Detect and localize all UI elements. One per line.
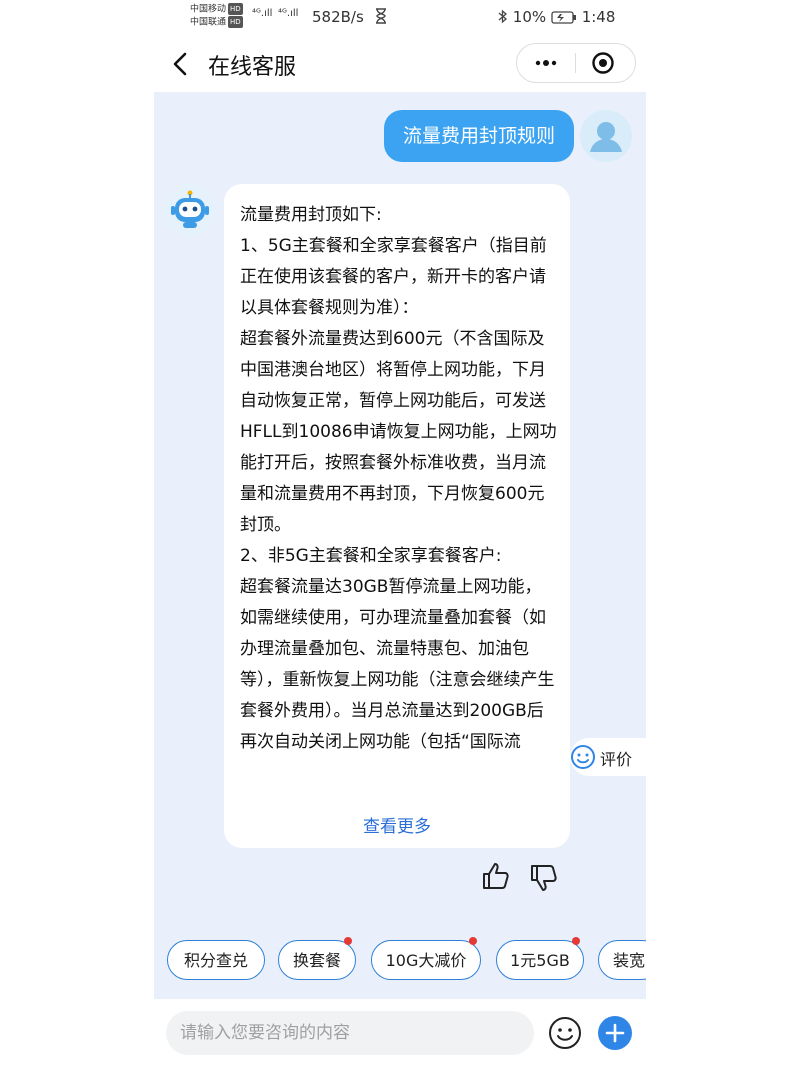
chip-1yuan-5gb[interactable]: 1元5GB xyxy=(496,940,584,980)
rate-label: 评价 xyxy=(600,750,633,769)
chip-label: 装宽 xyxy=(613,951,646,970)
new-badge-dot xyxy=(469,937,477,945)
more-dots-icon xyxy=(535,60,557,66)
hd-badge: HD xyxy=(228,15,243,28)
network-speed: 582B/s xyxy=(312,8,364,26)
more-options-button[interactable] xyxy=(531,52,561,74)
chip-label: 1元5GB xyxy=(510,951,570,970)
bluetooth-icon xyxy=(498,8,513,26)
clock: 1:48 xyxy=(581,8,616,26)
back-button[interactable] xyxy=(170,48,192,80)
bot-message-bubble: 流量费用封顶如下: 1、5G主套餐和全家享套餐客户（指目前正在使用该套餐的客户，… xyxy=(224,184,570,848)
chip-points-redeem[interactable]: 积分查兑 xyxy=(167,940,265,980)
target-icon xyxy=(592,52,614,74)
hourglass-icon xyxy=(374,8,388,24)
plus-icon xyxy=(605,1023,625,1043)
carrier-info: 中国移动 HD 中国联通 HD xyxy=(190,3,243,28)
thumbs-down-icon xyxy=(531,865,557,891)
emoji-button[interactable] xyxy=(548,1016,582,1050)
screen-margin xyxy=(646,930,800,990)
thumbs-up-icon xyxy=(483,863,509,889)
chevron-left-icon xyxy=(173,52,187,76)
battery-percent: 10% xyxy=(512,8,547,26)
thumbs-down-button[interactable] xyxy=(528,862,560,894)
chip-10g-sale[interactable]: 10G大减价 xyxy=(371,940,481,980)
chip-label: 积分查兑 xyxy=(183,951,248,970)
bot-message-text: 流量费用封顶如下: 1、5G主套餐和全家享套餐客户（指目前正在使用该套餐的客户，… xyxy=(240,205,557,752)
signal-icon: ⁴ᴳ.ıll xyxy=(278,8,299,19)
carrier-2: 中国联通 xyxy=(190,17,227,27)
new-badge-dot xyxy=(572,937,580,945)
user-avatar-icon xyxy=(580,110,632,162)
message-input[interactable] xyxy=(166,1011,534,1055)
user-message-bubble: 流量费用封顶规则 xyxy=(384,110,574,162)
bot-avatar xyxy=(164,184,216,236)
page-title: 在线客服 xyxy=(208,55,297,80)
add-button[interactable] xyxy=(598,1016,632,1050)
chip-label: 10G大减价 xyxy=(385,951,467,970)
thumbs-up-button[interactable] xyxy=(480,860,512,892)
chip-change-plan[interactable]: 换套餐 xyxy=(278,940,356,980)
emoji-icon xyxy=(549,1017,581,1049)
robot-icon xyxy=(164,184,216,236)
smile-icon xyxy=(570,744,596,770)
user-avatar xyxy=(580,110,632,162)
hd-badge: HD xyxy=(228,3,243,15)
carrier-1: 中国移动 xyxy=(190,4,227,15)
battery-icon xyxy=(551,8,582,26)
status-right: 10% 1:48 xyxy=(498,8,615,26)
new-badge-dot xyxy=(344,937,352,945)
signal-icon: ⁴ᴳ.ıll xyxy=(252,8,273,19)
see-more-link[interactable]: 查看更多 xyxy=(224,812,570,837)
close-mini-program-button[interactable] xyxy=(591,51,615,75)
mini-program-capsule xyxy=(516,43,636,83)
status-bar: 中国移动 HD 中国联通 HD ⁴ᴳ.ıll ⁴ᴳ.ıll 582B/s 10% 1… xyxy=(0,0,800,34)
chip-label: 换套餐 xyxy=(292,951,341,970)
